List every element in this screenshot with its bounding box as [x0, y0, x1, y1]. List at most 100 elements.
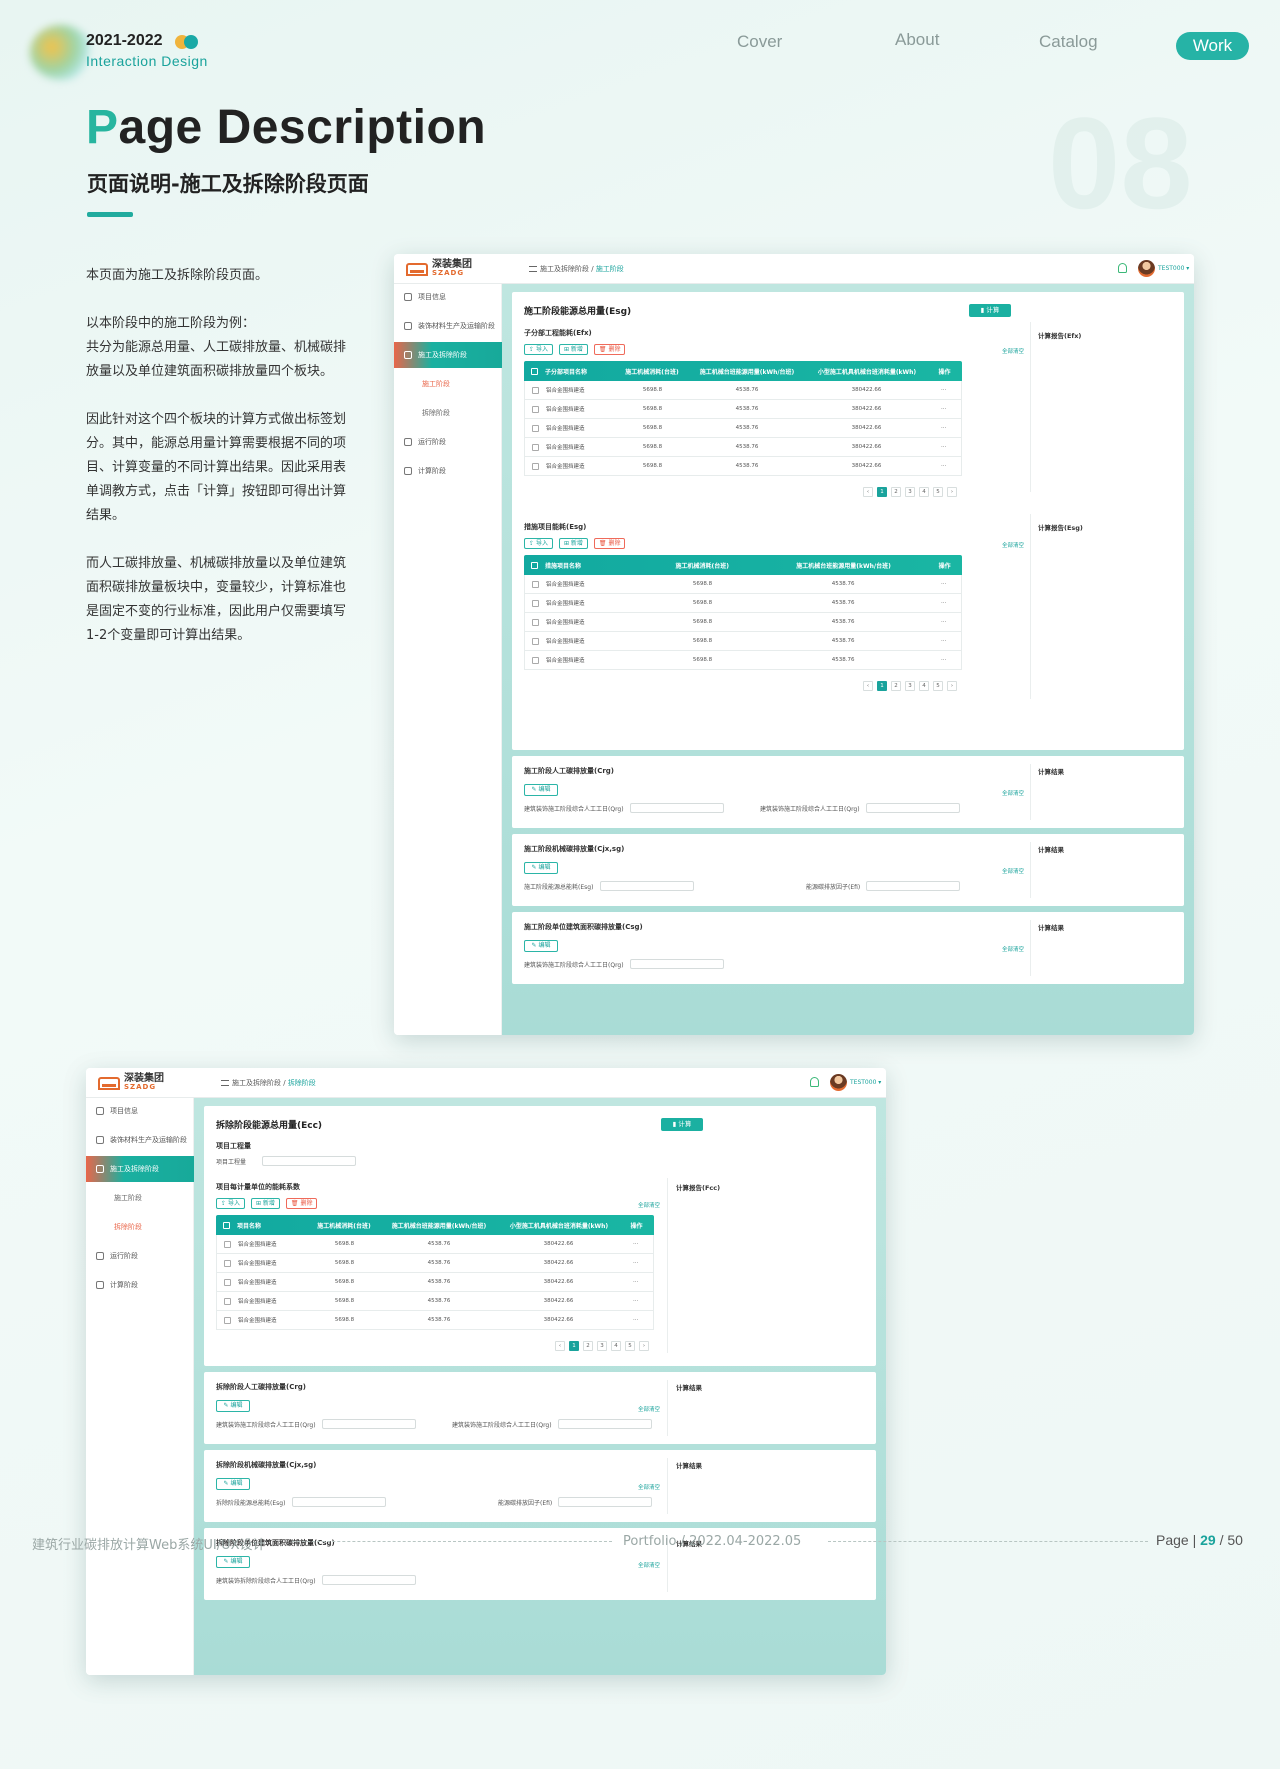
delete-button[interactable]: 🗑 删除	[593, 538, 626, 549]
select-all-checkbox[interactable]	[223, 1221, 230, 1229]
row-checkbox[interactable]	[224, 1297, 231, 1305]
page-button[interactable]: 2	[583, 1341, 593, 1351]
cjx-field1-input[interactable]	[292, 1497, 386, 1507]
nav-about[interactable]: About	[895, 30, 939, 50]
select-all-checkbox[interactable]	[531, 561, 538, 569]
table-row[interactable]: 铝合金围挡建造 5698.8 4538.76 380422.66 ···	[216, 1235, 654, 1254]
table-row[interactable]: 铝合金围挡建造 5698.8 4538.76 380422.66 ···	[524, 381, 962, 400]
sidebar-item-calc[interactable]: 计算阶段	[86, 1272, 194, 1298]
sidebar-item-calc[interactable]: 计算阶段	[394, 458, 502, 484]
clear-all-link[interactable]: 全部清空	[638, 1405, 660, 1413]
sidebar-item-build-stage[interactable]: 施工阶段	[394, 371, 502, 397]
row-checkbox[interactable]	[224, 1259, 231, 1267]
row-more-button[interactable]: ···	[926, 657, 961, 663]
table-row[interactable]: 铝合金围挡建造 5698.8 4538.76 ···	[524, 651, 962, 670]
clear-all-link[interactable]: 全部清空	[638, 1561, 660, 1569]
page-button[interactable]: 2	[891, 681, 901, 691]
page-button[interactable]: 1	[877, 681, 887, 691]
row-checkbox[interactable]	[224, 1316, 231, 1324]
crg-field1-input[interactable]	[630, 803, 724, 813]
clear-all-link[interactable]: 全部清空	[1002, 945, 1024, 953]
cjx-field2-input[interactable]	[558, 1497, 652, 1507]
import-button[interactable]: ⇪ 导入	[524, 344, 553, 355]
row-more-button[interactable]: ···	[926, 581, 961, 587]
row-checkbox[interactable]	[532, 405, 539, 413]
sidebar-item-material[interactable]: 装饰材料生产及运输阶段	[86, 1127, 194, 1153]
row-checkbox[interactable]	[532, 443, 539, 451]
cjx-field2-input[interactable]	[866, 881, 960, 891]
cjx-field1-input[interactable]	[600, 881, 694, 891]
page-button[interactable]: 3	[905, 681, 915, 691]
row-more-button[interactable]: ···	[618, 1260, 653, 1266]
sidebar-item-operation[interactable]: 运行阶段	[394, 429, 502, 455]
row-more-button[interactable]: ···	[926, 600, 961, 606]
table-row[interactable]: 铝合金围挡建造 5698.8 4538.76 380422.66 ···	[524, 438, 962, 457]
add-button[interactable]: ⊞ 新增	[250, 1198, 280, 1209]
edit-button[interactable]: ✎ 编辑	[216, 1478, 250, 1490]
sidebar-item-material[interactable]: 装饰材料生产及运输阶段	[394, 313, 502, 339]
page-button[interactable]: 5	[933, 487, 943, 497]
add-button[interactable]: ⊞ 新增	[558, 538, 588, 549]
row-more-button[interactable]: ···	[926, 619, 961, 625]
row-checkbox[interactable]	[532, 424, 539, 432]
crg-field2-input[interactable]	[866, 803, 960, 813]
nav-work[interactable]: Work	[1176, 32, 1249, 60]
nav-cover[interactable]: Cover	[737, 32, 782, 52]
row-more-button[interactable]: ···	[926, 425, 961, 431]
delete-button[interactable]: 🗑 删除	[593, 344, 626, 355]
add-button[interactable]: ⊞ 新增	[558, 344, 588, 355]
avatar[interactable]	[830, 1074, 847, 1091]
row-more-button[interactable]: ···	[618, 1298, 653, 1304]
sidebar-item-build-stage[interactable]: 施工阶段	[86, 1185, 194, 1211]
page-button[interactable]: 1	[569, 1341, 579, 1351]
bell-icon[interactable]	[810, 1077, 819, 1087]
clear-all-link[interactable]: 全部清空	[1002, 541, 1024, 549]
next-page-button[interactable]: ›	[639, 1341, 649, 1351]
table-row[interactable]: 铝合金围挡建造 5698.8 4538.76 ···	[524, 632, 962, 651]
table-row[interactable]: 铝合金围挡建造 5698.8 4538.76 380422.66 ···	[524, 457, 962, 476]
sidebar-item-construction[interactable]: 施工及拆除阶段	[394, 342, 502, 368]
page-button[interactable]: 3	[905, 487, 915, 497]
user-menu[interactable]: TEST000 ▾	[1158, 265, 1189, 272]
clear-all-link[interactable]: 全部清空	[638, 1201, 660, 1209]
table-row[interactable]: 铝合金围挡建造 5698.8 4538.76 380422.66 ···	[216, 1311, 654, 1330]
import-button[interactable]: ⇪ 导入	[524, 538, 553, 549]
row-checkbox[interactable]	[532, 580, 539, 588]
sidebar-item-project[interactable]: 项目信息	[86, 1098, 194, 1124]
page-button[interactable]: 4	[611, 1341, 621, 1351]
sidebar-item-operation[interactable]: 运行阶段	[86, 1243, 194, 1269]
clear-all-link[interactable]: 全部清空	[1002, 789, 1024, 797]
page-button[interactable]: 5	[625, 1341, 635, 1351]
clear-all-link[interactable]: 全部清空	[638, 1483, 660, 1491]
row-checkbox[interactable]	[532, 599, 539, 607]
edit-button[interactable]: ✎ 编辑	[524, 862, 558, 874]
import-button[interactable]: ⇪ 导入	[216, 1198, 245, 1209]
table-row[interactable]: 铝合金围挡建造 5698.8 4538.76 380422.66 ···	[216, 1273, 654, 1292]
bell-icon[interactable]	[1118, 263, 1127, 273]
edit-button[interactable]: ✎ 编辑	[524, 940, 558, 952]
edit-button[interactable]: ✎ 编辑	[216, 1400, 250, 1412]
table-row[interactable]: 铝合金围挡建造 5698.8 4538.76 ···	[524, 594, 962, 613]
page-button[interactable]: 2	[891, 487, 901, 497]
sidebar-item-demolish-stage[interactable]: 拆除阶段	[86, 1214, 194, 1240]
row-checkbox[interactable]	[532, 637, 539, 645]
row-more-button[interactable]: ···	[926, 463, 961, 469]
row-more-button[interactable]: ···	[926, 406, 961, 412]
crg-field1-input[interactable]	[322, 1419, 416, 1429]
row-more-button[interactable]: ···	[926, 387, 961, 393]
row-checkbox[interactable]	[532, 386, 539, 394]
csg-field1-input[interactable]	[630, 959, 724, 969]
nav-catalog[interactable]: Catalog	[1039, 32, 1098, 52]
clear-all-link[interactable]: 全部清空	[1002, 867, 1024, 875]
edit-button[interactable]: ✎ 编辑	[216, 1556, 250, 1568]
row-checkbox[interactable]	[532, 656, 539, 664]
page-button[interactable]: 3	[597, 1341, 607, 1351]
avatar[interactable]	[1138, 260, 1155, 277]
table-row[interactable]: 铝合金围挡建造 5698.8 4538.76 ···	[524, 613, 962, 632]
page-button[interactable]: 1	[877, 487, 887, 497]
table-row[interactable]: 铝合金围挡建造 5698.8 4538.76 380422.66 ···	[216, 1254, 654, 1273]
sidebar-item-demolish-stage[interactable]: 拆除阶段	[394, 400, 502, 426]
crg-field2-input[interactable]	[558, 1419, 652, 1429]
row-checkbox[interactable]	[224, 1240, 231, 1248]
table-row[interactable]: 铝合金围挡建造 5698.8 4538.76 380422.66 ···	[216, 1292, 654, 1311]
